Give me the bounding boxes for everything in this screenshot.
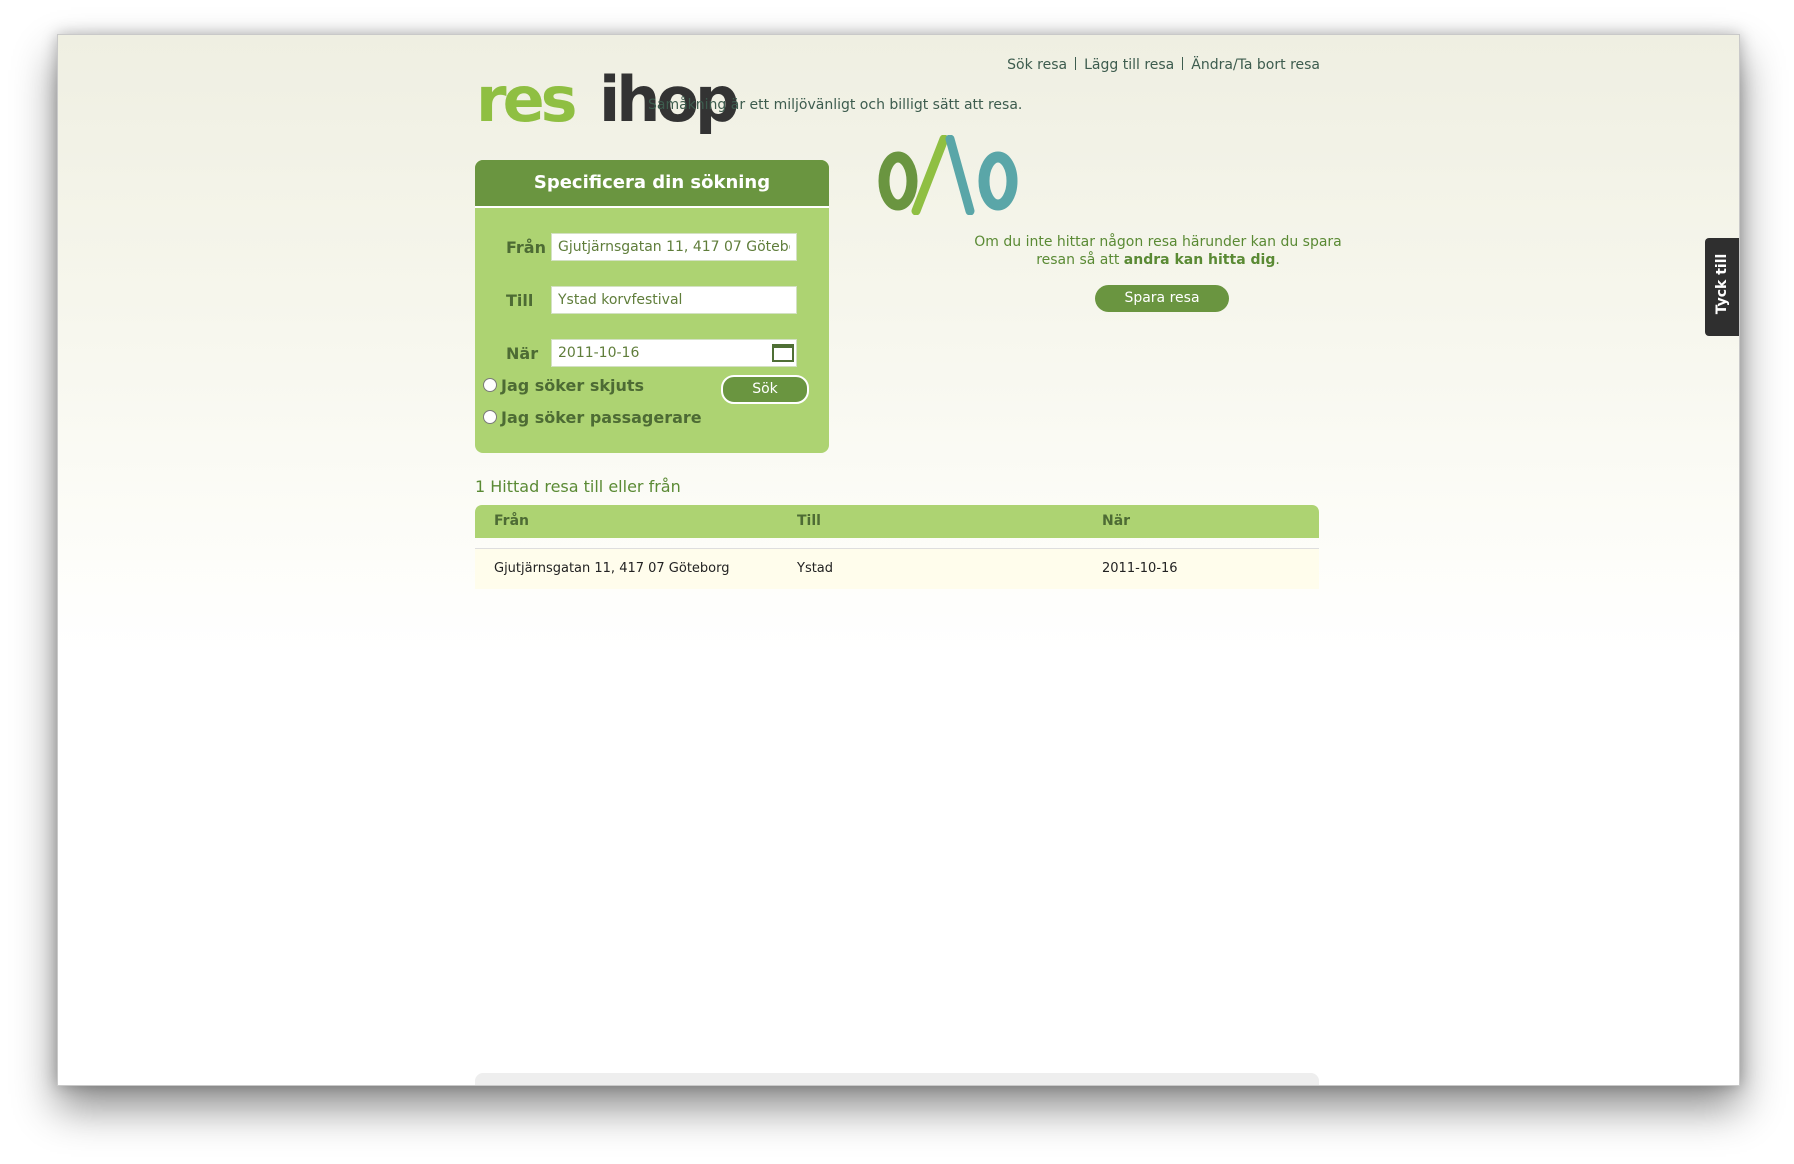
nav-separator — [1182, 57, 1184, 70]
info-text-bold: andra kan hitta dig — [1123, 252, 1276, 268]
radio-ride-label: Jag söker skjuts — [501, 376, 645, 395]
nav-separator — [1075, 57, 1077, 70]
column-header-to[interactable]: Till — [797, 505, 821, 538]
to-input[interactable] — [551, 286, 797, 314]
nav-lagg-till-resa[interactable]: Lägg till resa — [1084, 57, 1174, 73]
feedback-label: Tyck till — [1714, 253, 1730, 315]
when-label: När — [506, 344, 539, 363]
browser-window: res ihop Samåkning är ett miljövänligt o… — [57, 34, 1740, 1086]
from-label: Från — [506, 238, 546, 257]
search-panel: Specificera din sökning Från Till När Ja… — [475, 160, 829, 453]
from-row: Från — [475, 233, 829, 263]
radio-passengers[interactable] — [483, 410, 497, 424]
calendar-icon[interactable] — [772, 344, 794, 362]
logo-res: res — [476, 63, 578, 136]
search-button[interactable]: Sök — [721, 375, 809, 404]
to-row: Till — [475, 286, 829, 316]
logo-slash — [911, 135, 949, 215]
logo-o-left — [878, 151, 918, 211]
radio-passengers-label: Jag söker passagerare — [501, 408, 702, 427]
cell-to: Ystad — [797, 561, 834, 576]
radio-ride[interactable] — [483, 378, 497, 392]
tagline: Samåkning är ett miljövänligt och billig… — [648, 97, 1023, 113]
footer-bar — [475, 1073, 1319, 1085]
table-row[interactable]: Gjutjärnsgatan 11, 417 07 Göteborg Ystad… — [475, 548, 1319, 589]
save-info-text: Om du inte hittar någon resa härunder ka… — [958, 233, 1358, 269]
logo-o-right — [978, 151, 1018, 211]
cell-from: Gjutjärnsgatan 11, 417 07 Göteborg — [494, 561, 730, 576]
to-label: Till — [506, 291, 534, 310]
search-panel-title: Specificera din sökning — [475, 160, 829, 208]
radio-option-passengers[interactable]: Jag söker passagerare — [483, 408, 702, 427]
nav-sok-resa[interactable]: Sök resa — [1007, 57, 1067, 73]
from-input[interactable] — [551, 233, 797, 261]
save-trip-button[interactable]: Spara resa — [1095, 285, 1229, 312]
cell-when: 2011-10-16 — [1102, 561, 1178, 576]
info-text-after: . — [1275, 252, 1280, 268]
logo-backslash — [945, 135, 975, 215]
nav-andra-ta-bort-resa[interactable]: Ändra/Ta bort resa — [1191, 57, 1320, 73]
when-row: När — [475, 339, 829, 369]
table-header: Från Till När — [475, 505, 1319, 538]
radio-option-ride[interactable]: Jag söker skjuts — [483, 376, 644, 395]
date-input[interactable] — [551, 339, 797, 367]
results-count: 1 Hittad resa till eller från — [475, 477, 681, 496]
column-header-when[interactable]: När — [1102, 505, 1130, 538]
results-table: Från Till När Gjutjärnsgatan 11, 417 07 … — [475, 505, 1319, 589]
feedback-tab[interactable]: Tyck till — [1705, 238, 1739, 336]
top-navigation: Sök resa Lägg till resa Ändra/Ta bort resa — [1007, 57, 1320, 73]
omo-logo-graphic — [878, 135, 1018, 215]
column-header-from[interactable]: Från — [494, 505, 529, 538]
